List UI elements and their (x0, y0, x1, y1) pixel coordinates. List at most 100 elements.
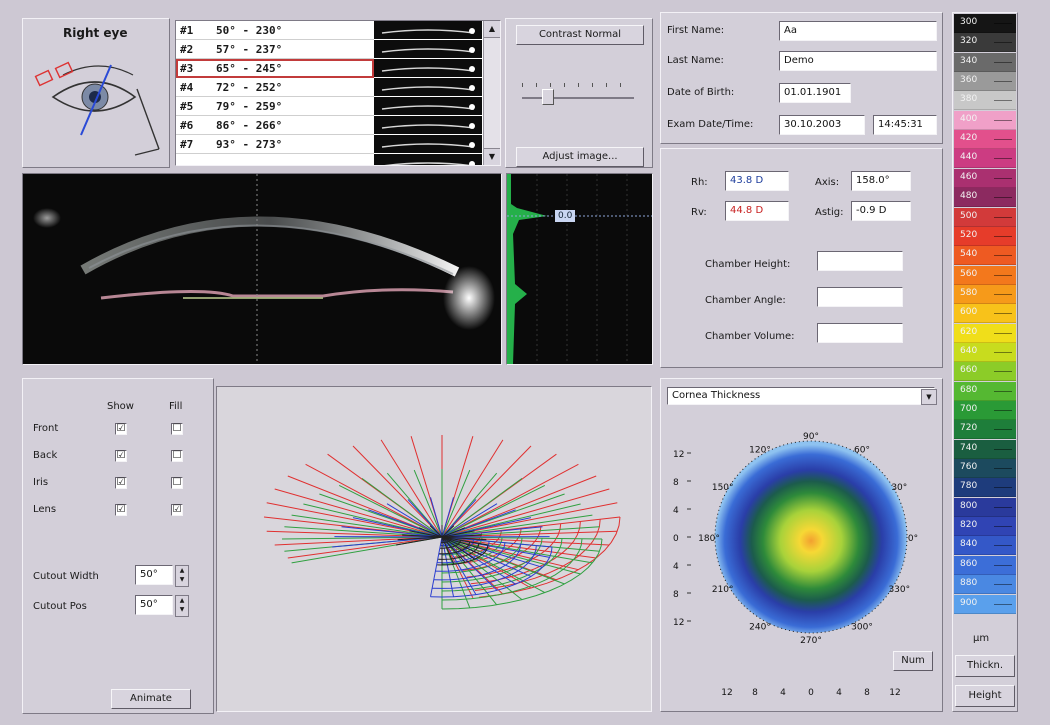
scale-swatch: 660 (954, 362, 1016, 382)
map-y-tick: 0 (673, 534, 679, 544)
wireframe-line (441, 463, 579, 538)
map-angle-label: 150° (712, 483, 734, 493)
surface-label: Iris (33, 477, 49, 488)
image-angle-range: 57° - 237° (216, 43, 283, 56)
scale-value: 380 (960, 94, 978, 105)
fill-checkbox[interactable]: ☐ (171, 477, 183, 489)
scale-swatch: 580 (954, 284, 1016, 304)
contrast-slider[interactable] (522, 79, 634, 105)
scale-value: 820 (960, 520, 978, 531)
cutout-pos-label: Cutout Pos (33, 601, 87, 612)
scale-value: 500 (960, 210, 978, 221)
cutout-width-field[interactable]: 50° (135, 565, 173, 585)
map-x-tick: 8 (752, 688, 758, 698)
scale-swatch: 500 (954, 207, 1016, 227)
scale-value: 880 (960, 578, 978, 589)
wireframe-line (441, 445, 532, 538)
scale-value: 300 (960, 17, 978, 27)
scale-value: 660 (960, 365, 978, 376)
scale-swatch: 860 (954, 555, 1016, 575)
first-name-field[interactable]: Aa (779, 21, 937, 41)
scale-value: 520 (960, 229, 978, 240)
scale-value: 400 (960, 113, 978, 124)
cutout-width-stepper-icon[interactable]: ▲ ▼ (175, 565, 189, 587)
scale-swatch: 760 (954, 459, 1016, 479)
last-name-label: Last Name: (667, 55, 724, 66)
height-button[interactable]: Height (955, 685, 1015, 707)
thickness-map-disk (715, 441, 907, 633)
map-x-tick: 12 (889, 688, 900, 698)
show-checkbox[interactable]: ☑ (115, 450, 127, 462)
list-scrollbar[interactable]: ▲ ▼ (483, 21, 500, 165)
chamber-angle-field (817, 287, 903, 307)
fill-checkbox[interactable]: ☐ (171, 423, 183, 435)
map-y-tick: 12 (673, 618, 684, 628)
image-number: #4 (180, 81, 194, 94)
image-thumbnail (374, 21, 482, 39)
image-list-panel: #1 50° - 230° #2 57° - 237° #3 65° - 245° #4 72… (175, 20, 501, 166)
image-list-row[interactable]: #4 72° - 252° (176, 78, 482, 97)
image-list-row[interactable]: #3 65° - 245° (176, 59, 482, 78)
map-y-tick: 8 (673, 590, 679, 600)
thickness-button[interactable]: Thickn. (955, 655, 1015, 677)
map-type-dropdown[interactable]: Cornea Thickness (667, 387, 935, 405)
image-thumbnail (374, 97, 482, 115)
image-list-row[interactable]: #2 57° - 237° (176, 40, 482, 59)
map-x-tick: 0 (808, 688, 814, 698)
animate-button[interactable]: Animate (111, 689, 191, 709)
dob-field[interactable]: 01.01.1901 (779, 83, 851, 103)
image-list[interactable]: #1 50° - 230° #2 57° - 237° #3 65° - 245° #4 72… (176, 21, 484, 165)
image-angle-range: 72° - 252° (216, 81, 283, 94)
rv-label: Rv: (691, 207, 707, 218)
map-angle-label: 120° (749, 446, 771, 456)
image-thumbnail (374, 154, 482, 165)
scale-value: 780 (960, 481, 978, 492)
scale-swatch: 560 (954, 265, 1016, 285)
exam-datetime-label: Exam Date/Time: (667, 119, 754, 130)
fill-checkbox[interactable]: ☑ (171, 504, 183, 516)
scale-value: 600 (960, 307, 978, 318)
image-thumbnail (374, 135, 482, 153)
fill-column-header: Fill (169, 401, 183, 412)
image-angle-range: 79° - 259° (216, 100, 283, 113)
scale-value: 840 (960, 539, 978, 550)
image-list-row[interactable]: #5 79° - 259° (176, 97, 482, 116)
scale-value: 320 (960, 36, 978, 47)
show-checkbox[interactable]: ☑ (115, 504, 127, 516)
map-y-tick: 4 (673, 562, 679, 572)
show-checkbox[interactable]: ☑ (115, 477, 127, 489)
exam-date-field[interactable]: 30.10.2003 (779, 115, 865, 135)
thickness-map-panel: Cornea Thickness ▼ 90° 60° 30° 0° 330° 300° 27… (660, 378, 943, 712)
cutout-pos-stepper-icon[interactable]: ▲ ▼ (175, 595, 189, 617)
adjust-image-button[interactable]: Adjust image... (516, 147, 644, 167)
image-list-row[interactable]: #1 50° - 230° (176, 21, 482, 40)
cutout-pos-field[interactable]: 50° (135, 595, 173, 615)
scale-swatch: 820 (954, 517, 1016, 537)
scale-swatch: 340 (954, 52, 1016, 72)
map-angle-label: 240° (749, 622, 771, 632)
slider-thumb[interactable] (542, 89, 554, 105)
num-button[interactable]: Num (893, 651, 933, 671)
axis-label: Axis: (815, 177, 840, 188)
scale-value: 420 (960, 133, 978, 144)
exam-time-field[interactable]: 14:45:31 (873, 115, 937, 135)
map-angle-label: 180° (698, 534, 720, 544)
map-x-tick: 4 (780, 688, 786, 698)
scale-value: 720 (960, 423, 978, 434)
fill-checkbox[interactable]: ☐ (171, 450, 183, 462)
scroll-up-arrow-icon[interactable]: ▲ (484, 21, 500, 38)
image-list-row[interactable]: #6 86° - 266° (176, 116, 482, 135)
image-list-row-partial[interactable] (176, 154, 482, 165)
cutout-width-label: Cutout Width (33, 571, 99, 582)
scale-swatch: 740 (954, 439, 1016, 459)
last-name-field[interactable]: Demo (779, 51, 937, 71)
scroll-down-arrow-icon[interactable]: ▼ (484, 148, 500, 165)
dropdown-arrow-icon[interactable]: ▼ (921, 389, 937, 405)
map-angle-label: 30° (891, 483, 907, 493)
contrast-button[interactable]: Contrast Normal (516, 25, 644, 45)
3d-model-view[interactable] (216, 386, 652, 712)
image-list-row[interactable]: #7 93° - 273° (176, 135, 482, 154)
rv-field: 44.8 D (725, 201, 789, 221)
show-checkbox[interactable]: ☑ (115, 423, 127, 435)
image-number: #5 (180, 100, 194, 113)
